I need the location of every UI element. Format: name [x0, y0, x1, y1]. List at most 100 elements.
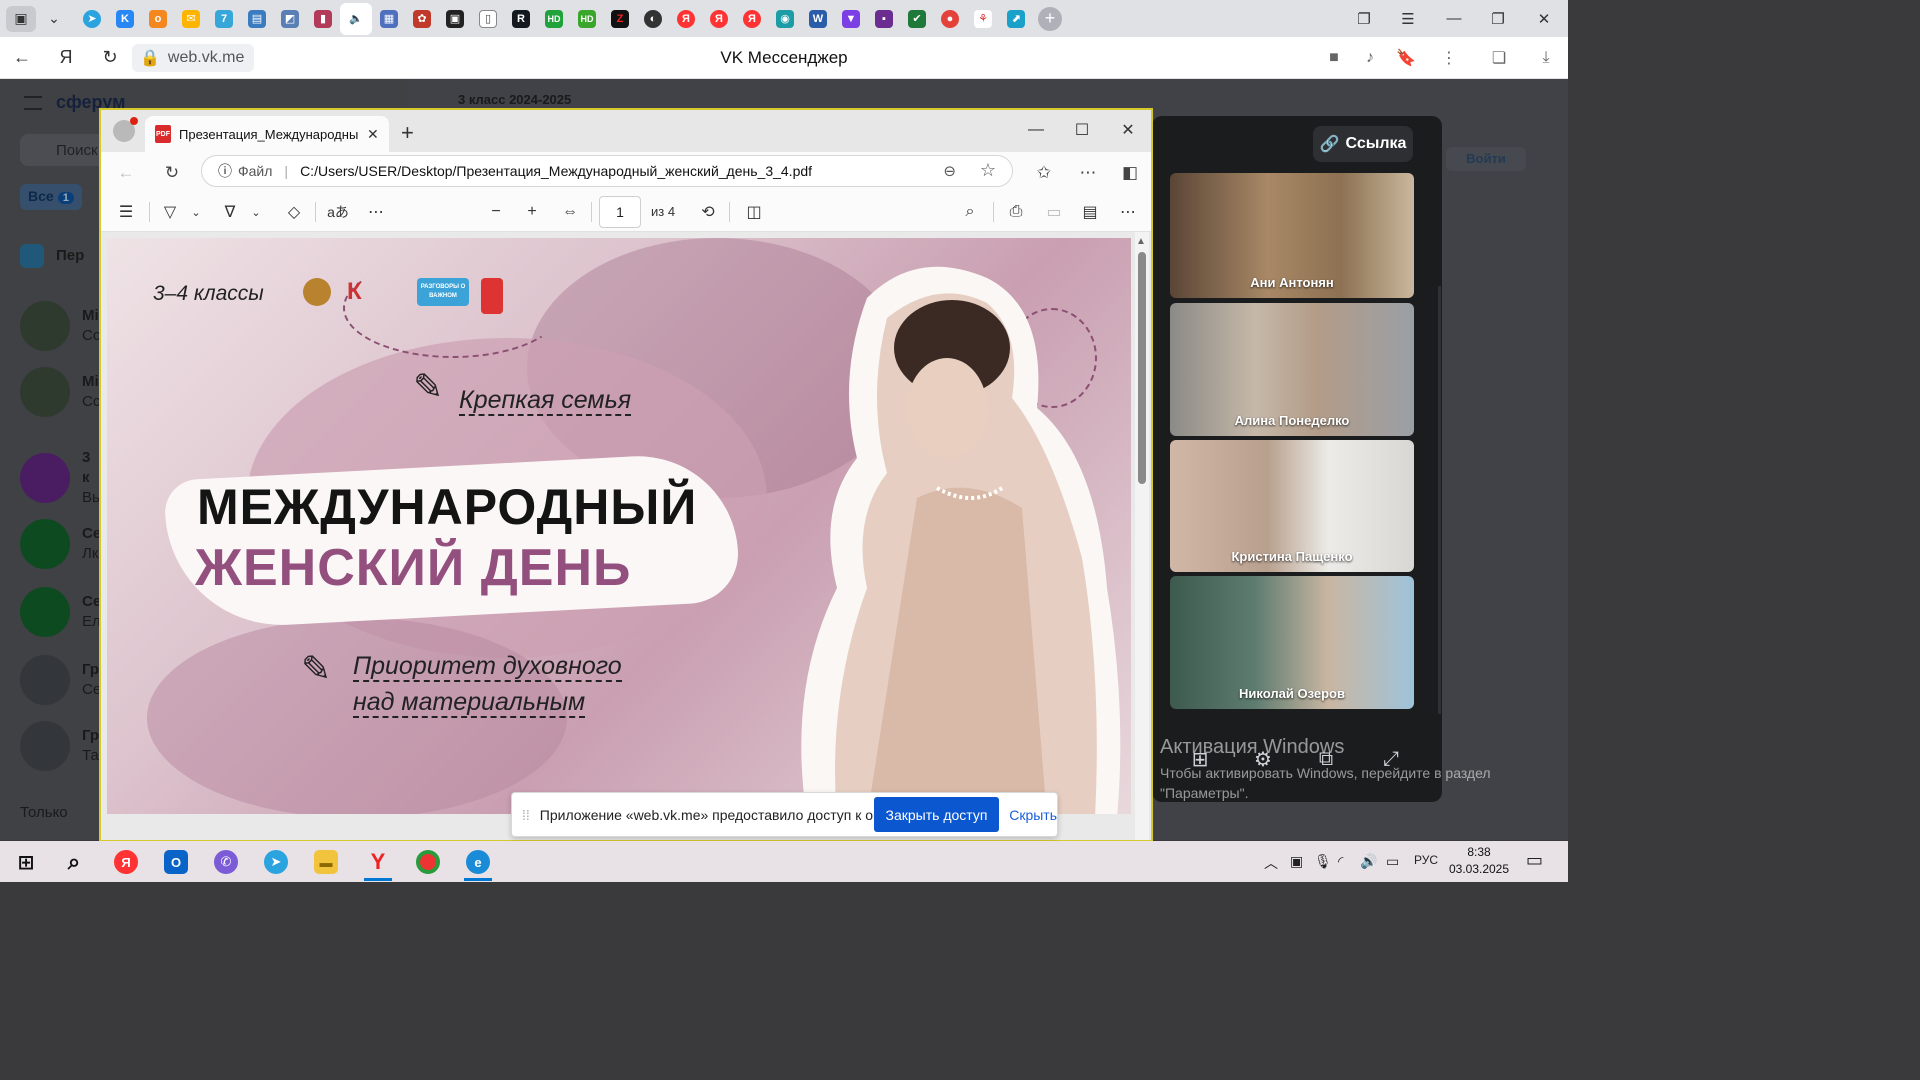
page-view-icon[interactable]: ◫	[741, 199, 767, 225]
minimize-button[interactable]: —	[1013, 114, 1059, 146]
tab-site-14[interactable]: ▪	[868, 3, 900, 35]
microphone-icon[interactable]: ♪	[1352, 37, 1388, 79]
taskbar-edge[interactable]: e	[458, 845, 498, 881]
address-field[interactable]: 🔒 web.vk.me	[132, 43, 255, 72]
taskbar-yandex-browser[interactable]: Я	[106, 845, 146, 879]
search-icon[interactable]: ⌕	[957, 199, 983, 225]
sidebar-toggle-icon[interactable]: ❏	[1474, 37, 1524, 79]
back-arrow-icon[interactable]: ←	[0, 37, 44, 79]
contents-list-icon[interactable]: ☰	[113, 199, 139, 225]
tab-site-6[interactable]: ✿	[406, 3, 438, 35]
taskbar-clock[interactable]: 8:38 03.03.2025	[1448, 844, 1510, 878]
sidebar-icon[interactable]: ◧	[1117, 160, 1143, 186]
vk-chat-row[interactable]: Гр Та	[20, 718, 100, 774]
stop-sharing-button[interactable]: Закрыть доступ	[873, 797, 1000, 832]
burger-menu-icon[interactable]	[24, 96, 42, 110]
tab-yandex-3[interactable]: Я	[736, 3, 768, 35]
search-button[interactable]: ⌕	[54, 845, 94, 879]
tab-vk[interactable]: K	[109, 3, 141, 35]
new-tab-button[interactable]: +	[1038, 6, 1062, 31]
tab-yandex-1[interactable]: Я	[670, 3, 702, 35]
yandex-home-icon[interactable]: Я	[44, 37, 88, 79]
tab-site-7[interactable]: ▣	[439, 3, 471, 35]
tab-mail[interactable]: ✉	[175, 3, 207, 35]
collections-icon[interactable]: ❐	[1342, 0, 1386, 37]
tab-hd-2[interactable]: HD	[571, 3, 603, 35]
tab-list-chevron-icon[interactable]: ⌄	[42, 6, 66, 32]
chevron-down-icon[interactable]: ⌄	[183, 199, 209, 225]
vk-filter-all[interactable]: Все 1	[20, 184, 82, 210]
favorite-star-icon[interactable]: ☆	[980, 160, 996, 181]
pdf-page-canvas[interactable]: 3–4 классы К РАЗГОВОРЫ О ВАЖНОМ ✎ Крепка…	[101, 232, 1151, 840]
tab-site-10[interactable]: ◐	[637, 3, 669, 35]
favorites-icon[interactable]: ✩	[1031, 160, 1057, 186]
tab-yandex-2[interactable]: Я	[703, 3, 735, 35]
hide-button[interactable]: Скрыть	[1009, 807, 1057, 823]
start-button[interactable]: ⊞	[6, 845, 46, 879]
participant-tile[interactable]: Кристина Пащенко	[1170, 440, 1414, 572]
tab-site-3[interactable]: ◩	[274, 3, 306, 35]
taskbar-outlook[interactable]: O	[156, 845, 196, 879]
pdf-tab[interactable]: PDF Презентация_Международный_ ✕	[145, 116, 389, 152]
minimize-button[interactable]: —	[1432, 0, 1476, 37]
tab-site-17[interactable]: ⚘	[967, 3, 999, 35]
tab-manager-button[interactable]: ▣	[6, 5, 36, 32]
tab-active-audio[interactable]: 🔈	[340, 2, 372, 35]
bookmark-icon[interactable]: 🔖	[1388, 37, 1424, 79]
tab-site-2[interactable]: ▤	[241, 3, 273, 35]
vk-only-filter[interactable]: Только	[20, 804, 68, 821]
chevron-down-icon[interactable]: ⌄	[243, 199, 269, 225]
close-window-button[interactable]: ✕	[1105, 114, 1151, 146]
tab-hd-1[interactable]: HD	[538, 3, 570, 35]
download-icon[interactable]: ⤓	[1524, 37, 1568, 79]
save-icon[interactable]: ▭	[1041, 199, 1067, 225]
new-tab-button[interactable]: +	[401, 120, 414, 146]
zoom-out-icon[interactable]: −	[483, 199, 509, 225]
tab-site-15[interactable]: ✔	[901, 3, 933, 35]
call-link-button[interactable]: 🔗 Ссылка	[1313, 126, 1413, 162]
more-icon[interactable]: ⋮	[1424, 37, 1474, 79]
zoom-icon[interactable]: ⊖	[943, 162, 956, 180]
print-icon[interactable]: ⎙	[1003, 199, 1029, 225]
taskbar-file-explorer[interactable]: ▬	[306, 845, 346, 879]
taskbar-viber[interactable]: ✆	[206, 845, 246, 879]
tab-site-8[interactable]: ▯	[472, 3, 504, 35]
reload-icon[interactable]: ↻	[159, 160, 185, 186]
taskbar-telegram[interactable]: ➤	[256, 845, 296, 879]
tray-app-icon[interactable]: ▣	[1290, 853, 1303, 870]
vk-chat-row[interactable]: Се Ел	[20, 584, 101, 640]
tab-site-13[interactable]: ▼	[835, 3, 867, 35]
back-arrow-icon[interactable]: ←	[113, 160, 139, 186]
fit-page-icon[interactable]: ⇔	[557, 199, 583, 225]
page-number-input[interactable]: 1	[599, 196, 641, 228]
profile-avatar[interactable]	[113, 117, 138, 142]
tray-language[interactable]: РУС	[1414, 853, 1438, 867]
vk-chat-row[interactable]: Мі Сс	[20, 364, 100, 420]
save-as-icon[interactable]: ▤	[1077, 199, 1103, 225]
tray-chevron-icon[interactable]: ︿	[1264, 853, 1278, 873]
eraser-icon[interactable]: ◇	[281, 199, 307, 225]
participant-tile[interactable]: Алина Понеделко	[1170, 303, 1414, 436]
taskbar-yandex-active[interactable]: Y	[358, 845, 398, 881]
zoom-in-icon[interactable]: +	[519, 199, 545, 225]
tab-ok[interactable]: o	[142, 3, 174, 35]
more-tools-icon[interactable]: ⋯	[363, 199, 389, 225]
participant-tile[interactable]: Ани Антонян	[1170, 173, 1414, 298]
vk-chat-row[interactable]: Пер	[20, 228, 100, 284]
tab-site-12[interactable]: W	[802, 3, 834, 35]
rotate-icon[interactable]: ⟲	[695, 199, 721, 225]
pdf-url-field[interactable]: ⓘ Файл | C:/Users/USER/Desktop/Презентац…	[201, 155, 1013, 187]
tab-site-18[interactable]: ⬈	[1000, 3, 1032, 35]
restore-button[interactable]: ❐	[1476, 0, 1520, 37]
vk-chat-row[interactable]: Гр Се	[20, 652, 101, 708]
tray-microphone-icon[interactable]: 🎙	[1314, 853, 1332, 870]
drag-handle-icon[interactable]: ⁞⁞	[522, 807, 530, 823]
tray-volume-icon[interactable]: 🔊	[1360, 853, 1377, 870]
tray-network-icon[interactable]: ◜	[1338, 853, 1343, 870]
vk-join-button[interactable]: Войти	[1446, 147, 1526, 171]
pdf-scrollbar[interactable]: ▲	[1135, 232, 1149, 840]
close-tab-icon[interactable]: ✕	[367, 126, 379, 143]
camera-icon[interactable]: ■	[1316, 37, 1352, 79]
tab-telegram[interactable]: ➤	[76, 3, 108, 35]
tab-site-4[interactable]: ▮	[307, 3, 339, 35]
